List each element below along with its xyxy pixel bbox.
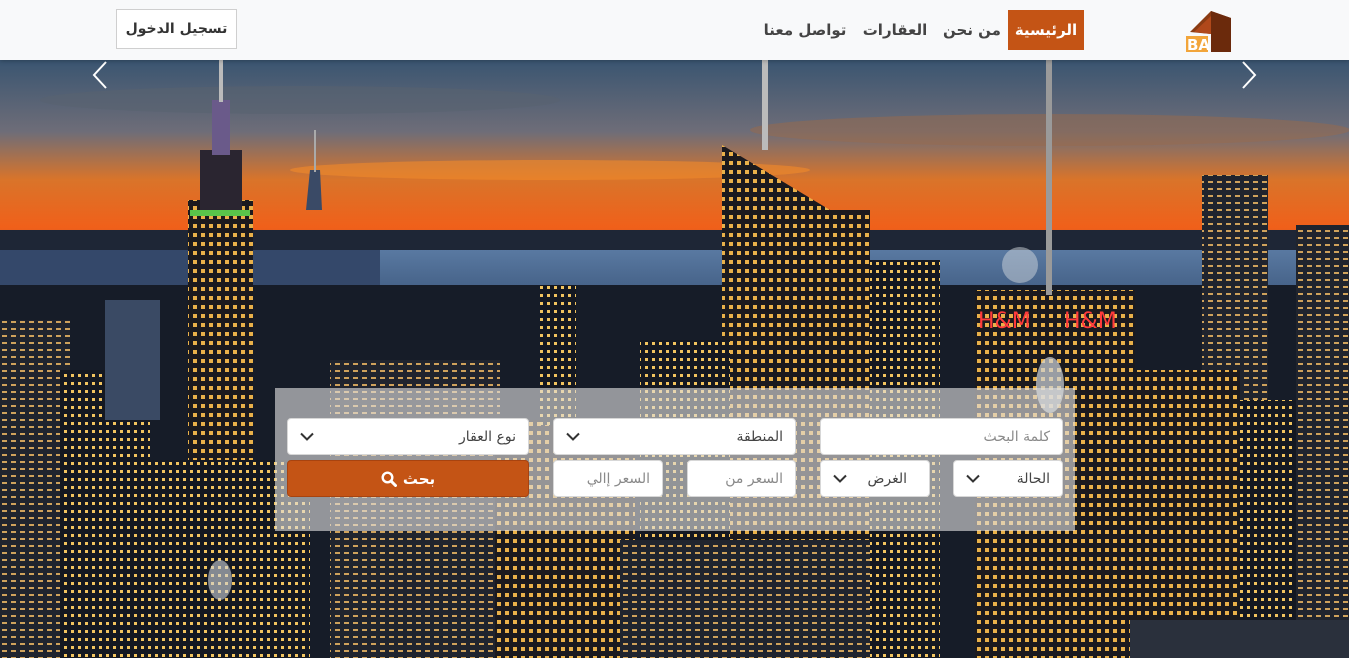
- price-from-placeholder: السعر من: [725, 470, 783, 487]
- svg-text:H&M: H&M: [1064, 309, 1117, 334]
- chevron-down-icon: [833, 474, 847, 483]
- search-button[interactable]: بحث: [287, 460, 529, 497]
- chevron-left-icon[interactable]: [86, 60, 116, 90]
- chevron-down-icon: [566, 432, 580, 441]
- city-skyline-image: H&M H&M: [0, 60, 1349, 658]
- svg-text:BA: BA: [1187, 36, 1210, 54]
- brand-logo-icon[interactable]: BA: [1184, 8, 1234, 54]
- login-button[interactable]: تسجيل الدخول: [116, 9, 237, 49]
- price-to-input[interactable]: السعر إالي: [553, 460, 663, 497]
- price-from-input[interactable]: السعر من: [687, 460, 796, 497]
- property-type-value: نوع العقار: [459, 428, 516, 445]
- purpose-select[interactable]: الغرض: [820, 460, 930, 497]
- status-value: الحالة: [1016, 470, 1050, 487]
- chevron-down-icon: [966, 474, 980, 483]
- search-icon: [381, 470, 397, 487]
- region-select[interactable]: المنطقة: [553, 418, 796, 455]
- hero-slider: H&M H&M: [0, 60, 1349, 658]
- nav-item-contact[interactable]: تواصل معنا: [762, 10, 848, 50]
- nav-item-about[interactable]: من نحن: [942, 10, 1002, 50]
- chevron-right-icon[interactable]: [1233, 60, 1263, 90]
- top-navbar: تسجيل الدخول تواصل معنا العقارات من نحن …: [0, 0, 1349, 60]
- region-value: المنطقة: [736, 428, 783, 445]
- search-button-label: بحث: [402, 469, 436, 488]
- search-panel: نوع العقار المنطقة كلمة البحث بحث السعر …: [275, 388, 1075, 531]
- keyword-placeholder: كلمة البحث: [983, 428, 1050, 445]
- nav-item-properties[interactable]: العقارات: [860, 10, 930, 50]
- price-to-placeholder: السعر إالي: [586, 470, 650, 487]
- purpose-value: الغرض: [867, 470, 907, 487]
- keyword-input[interactable]: كلمة البحث: [820, 418, 1063, 455]
- chevron-down-icon: [300, 432, 314, 441]
- svg-text:H&M: H&M: [978, 309, 1031, 334]
- nav-item-home[interactable]: الرئيسية: [1008, 10, 1084, 50]
- status-select[interactable]: الحالة: [953, 460, 1063, 497]
- property-type-select[interactable]: نوع العقار: [287, 418, 529, 455]
